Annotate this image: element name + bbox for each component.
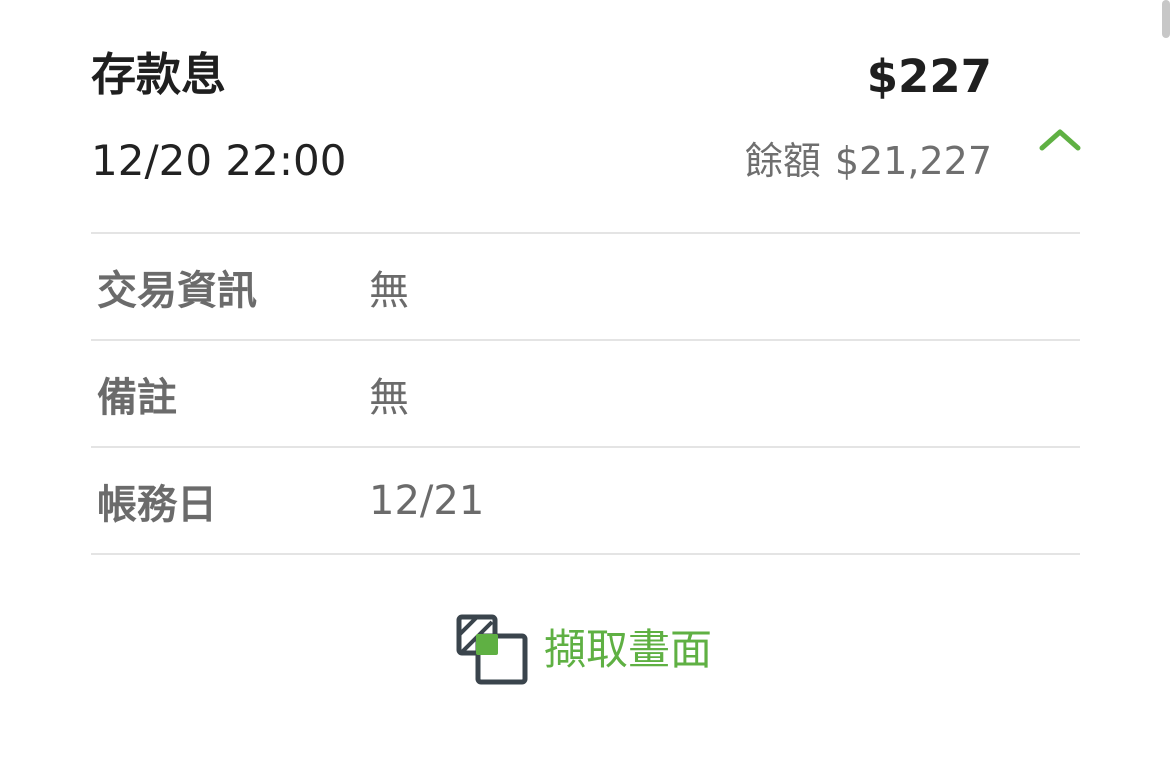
- balance-value: $21,227: [834, 139, 992, 183]
- detail-label: 帳務日: [97, 481, 217, 528]
- balance-label: 餘額: [744, 139, 821, 183]
- scroll-indicator[interactable]: [1162, 0, 1170, 38]
- details-table: 交易資訊 無 備註 無 帳務日 12/21: [91, 232, 1080, 555]
- detail-value: 12/21: [369, 477, 485, 524]
- transaction-amount: $227: [866, 50, 992, 103]
- detail-row-note: 備註 無: [91, 339, 1080, 446]
- screenshot-button[interactable]: 擷取畫面: [456, 614, 712, 686]
- screenshot-icon: [456, 614, 530, 686]
- detail-row-booking-date: 帳務日 12/21: [91, 446, 1080, 555]
- screenshot-label: 擷取畫面: [544, 625, 713, 674]
- transaction-datetime: 12/20 22:00: [91, 136, 347, 185]
- detail-label: 交易資訊: [97, 267, 257, 314]
- detail-row-transaction-info: 交易資訊 無: [91, 232, 1080, 339]
- detail-value: 無: [369, 267, 409, 314]
- detail-label: 備註: [97, 374, 177, 421]
- chevron-up-icon[interactable]: [1038, 126, 1082, 156]
- balance: 餘額 $21,227: [745, 142, 992, 180]
- detail-value: 無: [369, 374, 409, 421]
- transaction-title: 存款息: [91, 48, 227, 101]
